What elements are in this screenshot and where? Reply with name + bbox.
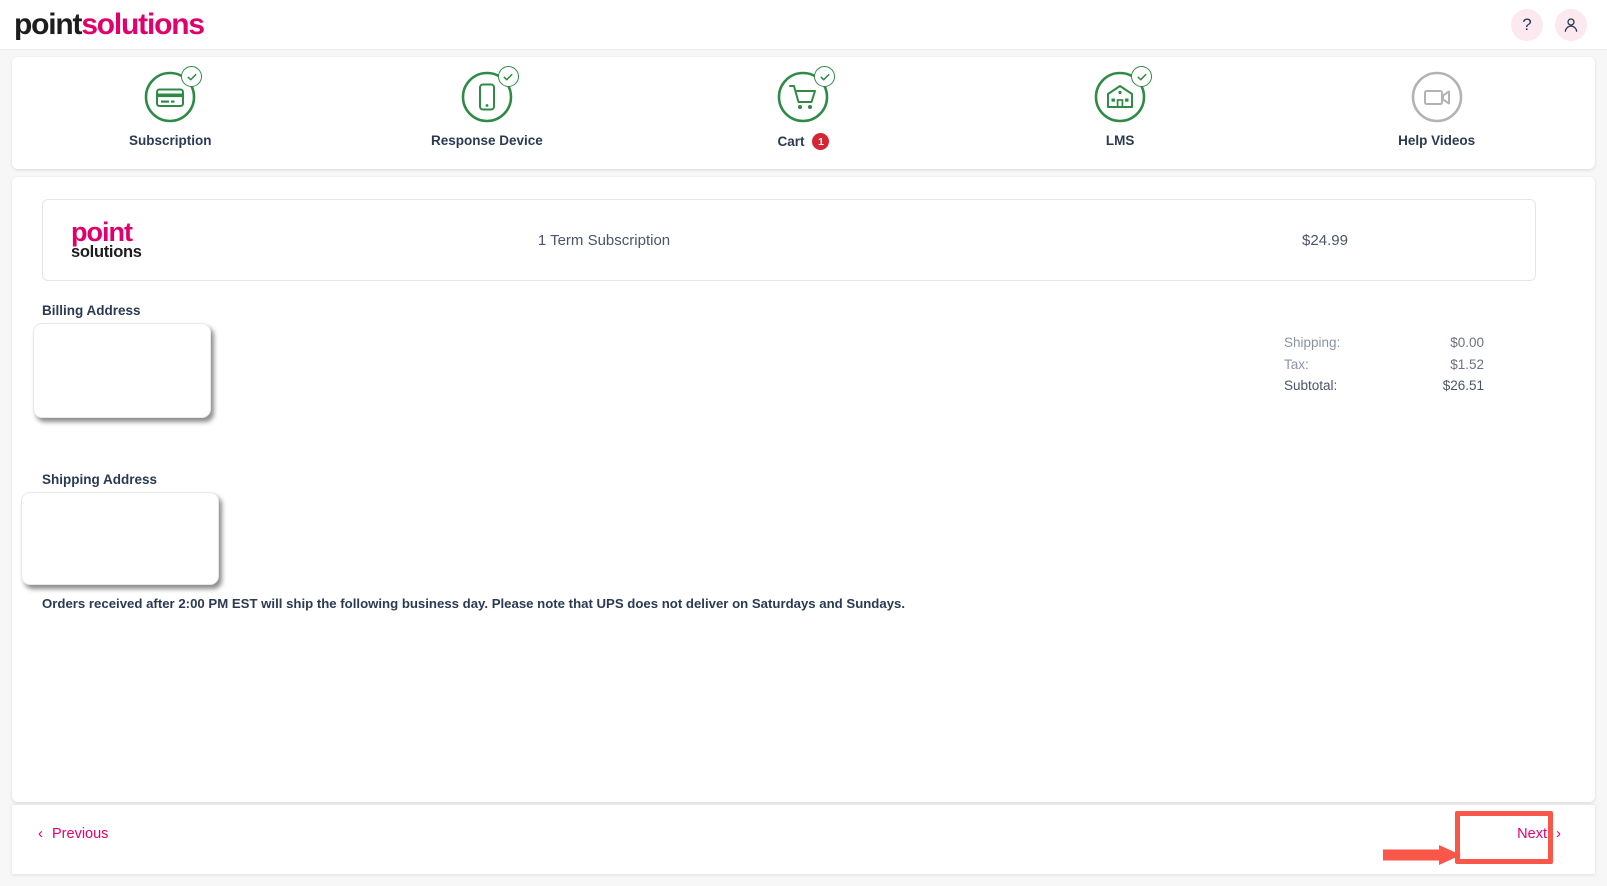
step-response-device-label: Response Device: [430, 133, 543, 148]
step-cart-label: Cart: [777, 134, 805, 149]
app-logo: pointsolutions: [14, 7, 205, 41]
next-label: Next: [1517, 825, 1547, 842]
logo-text-solutions: solutions: [81, 7, 205, 41]
check-icon: [187, 73, 197, 80]
total-row-tax: Tax: $1.52: [1284, 354, 1484, 376]
subtotal-value: $26.51: [1442, 378, 1484, 393]
billing-address-label: Billing Address: [42, 303, 141, 318]
user-icon: [1564, 17, 1578, 32]
check-icon: [1137, 73, 1147, 80]
checkout-stepper: Subscription Response Device Cart 1 LMS …: [12, 57, 1595, 169]
step-complete-badge: [1131, 66, 1153, 87]
step-response-device[interactable]: Response Device: [329, 66, 646, 148]
step-lms[interactable]: LMS: [962, 66, 1279, 148]
step-label: Response Device: [431, 133, 543, 148]
help-videos-icon-wrap: [1409, 69, 1465, 125]
previous-label: Previous: [52, 825, 109, 842]
checkout-page: pointsolutions ? Subscription Response D…: [0, 0, 1607, 886]
chevron-left-icon: ‹: [38, 825, 43, 842]
product-line-item: point solutions 1 Term Subscription $24.…: [42, 199, 1536, 281]
step-complete-badge: [181, 66, 203, 87]
shipping-address-box[interactable]: [21, 492, 219, 585]
order-totals: Shipping: $0.00 Tax: $1.52 Subtotal: $26…: [1284, 332, 1484, 397]
tax-label: Tax:: [1284, 356, 1309, 372]
wizard-footer: ‹ Previous Next ›: [12, 804, 1595, 874]
product-price: $24.99: [1302, 231, 1348, 249]
step-complete-badge: [497, 66, 519, 87]
step-label: Cart 1: [777, 133, 830, 150]
shipping-notice: Orders received after 2:00 PM EST will s…: [42, 596, 906, 611]
chevron-right-icon: ›: [1556, 825, 1561, 842]
checkout-content-card: point solutions 1 Term Subscription $24.…: [12, 177, 1595, 802]
step-lms-label: LMS: [1105, 133, 1135, 148]
total-row-shipping: Shipping: $0.00: [1284, 332, 1484, 354]
help-button[interactable]: ?: [1511, 8, 1543, 41]
lms-icon-wrap: [1092, 66, 1153, 125]
step-label: Subscription: [129, 133, 212, 148]
cart-count-badge: 1: [812, 133, 830, 150]
check-icon: [820, 73, 830, 80]
question-mark-icon: ?: [1522, 15, 1532, 34]
step-subscription[interactable]: Subscription: [12, 66, 329, 148]
step-help-videos-label: Help Videos: [1398, 133, 1476, 148]
step-cart[interactable]: Cart 1: [645, 66, 962, 150]
step-complete-badge: [814, 66, 836, 87]
logo-text-point: point: [14, 7, 83, 41]
total-row-subtotal: Subtotal: $26.51: [1284, 375, 1484, 397]
subtotal-label: Subtotal:: [1284, 378, 1338, 393]
previous-button[interactable]: ‹ Previous: [38, 825, 108, 842]
video-camera-icon: [1411, 71, 1462, 123]
tax-value: $1.52: [1450, 356, 1484, 372]
step-label: Help Videos: [1398, 133, 1475, 148]
top-bar: pointsolutions ?: [0, 0, 1607, 50]
account-button[interactable]: [1555, 8, 1587, 41]
next-button[interactable]: Next ›: [1517, 825, 1561, 842]
shipping-address-label: Shipping Address: [42, 472, 158, 487]
shipping-label: Shipping:: [1284, 335, 1341, 350]
top-bar-actions: ?: [1511, 8, 1587, 41]
subscription-icon-wrap: [142, 66, 203, 125]
check-icon: [503, 73, 513, 80]
step-subscription-label: Subscription: [129, 133, 212, 148]
billing-address-box[interactable]: [33, 323, 211, 418]
product-name: 1 Term Subscription: [537, 231, 671, 249]
step-help-videos[interactable]: Help Videos: [1278, 69, 1595, 148]
shipping-value: $0.00: [1450, 335, 1484, 350]
response-device-icon-wrap: [459, 66, 519, 125]
cart-icon-wrap: [775, 66, 836, 125]
step-label: LMS: [1106, 133, 1135, 148]
